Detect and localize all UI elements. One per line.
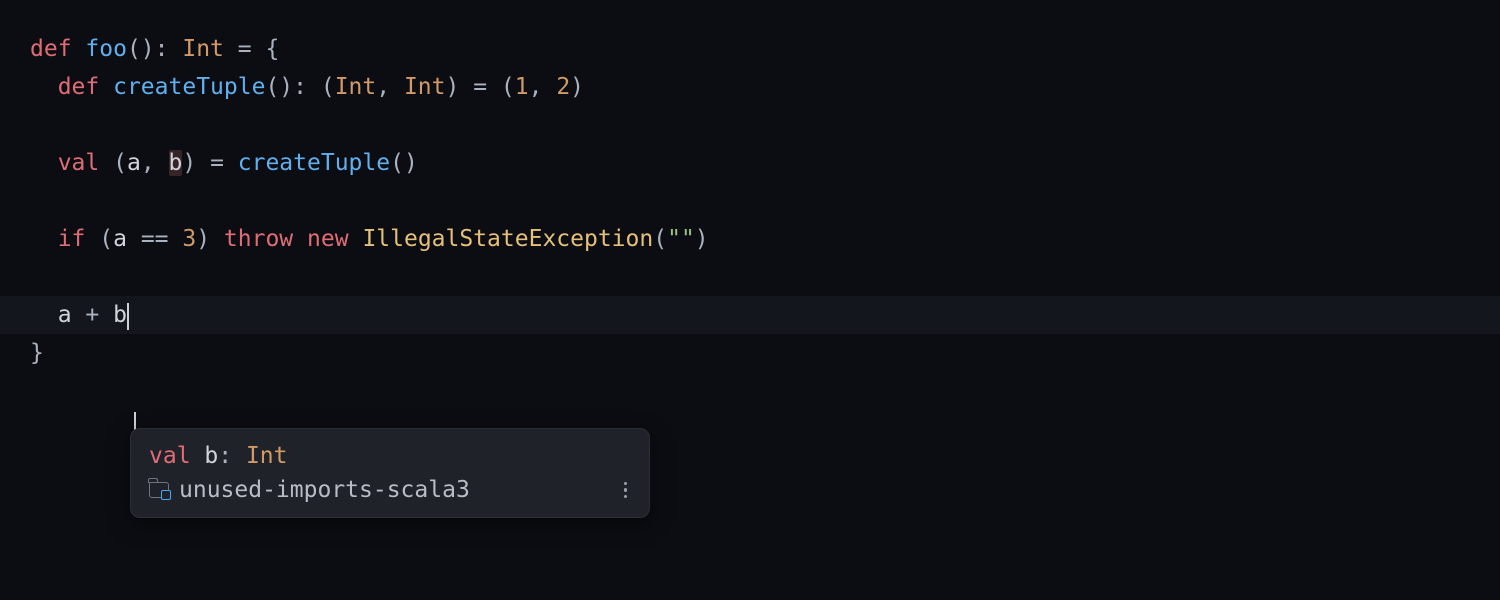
parens: ()	[127, 36, 155, 62]
identifier-a: a	[113, 226, 127, 252]
code-line-2[interactable]: def createTuple(): (Int, Int) = (1, 2)	[30, 68, 1470, 106]
rparen: )	[695, 226, 709, 252]
blank-line[interactable]	[30, 258, 1470, 296]
code-line-3[interactable]: val (a, b) = createTuple()	[30, 144, 1470, 182]
equals-brace: = {	[224, 36, 279, 62]
type-int: Int	[404, 74, 446, 100]
space	[293, 226, 307, 252]
blank-line[interactable]	[30, 106, 1470, 144]
rparen: )	[196, 226, 224, 252]
keyword-val: val	[149, 443, 191, 469]
plus-op: +	[72, 302, 114, 328]
equals: = (	[459, 74, 514, 100]
blank-line[interactable]	[30, 182, 1470, 220]
tooltip-type: Int	[246, 443, 288, 469]
hover-tooltip: val b: Int unused-imports-scala3	[130, 428, 650, 518]
function-name: createTuple	[113, 74, 265, 100]
code-line-4[interactable]: if (a == 3) throw new IllegalStateExcept…	[30, 220, 1470, 258]
keyword-throw: throw	[224, 226, 293, 252]
lparen: (	[653, 226, 667, 252]
parens: ()	[390, 150, 418, 176]
space	[349, 226, 363, 252]
colon: :	[218, 443, 246, 469]
lparen: (	[85, 226, 113, 252]
colon: :	[293, 74, 321, 100]
identifier-b: b	[169, 150, 183, 176]
tooltip-type-signature: val b: Int	[149, 443, 631, 469]
rparen: )	[570, 74, 584, 100]
keyword-val: val	[58, 150, 100, 176]
identifier-a: a	[58, 302, 72, 328]
code-line-5-current[interactable]: a + b	[0, 296, 1500, 334]
comma: ,	[141, 150, 169, 176]
indent	[30, 226, 58, 252]
indent	[30, 302, 58, 328]
keyword-def: def	[58, 74, 100, 100]
function-name: foo	[85, 36, 127, 62]
code-editor[interactable]: def foo(): Int = { def createTuple(): (I…	[0, 0, 1500, 372]
identifier-b: b	[113, 302, 127, 328]
equals-op: ==	[127, 226, 182, 252]
string-literal: ""	[667, 226, 695, 252]
tooltip-identifier: b	[191, 443, 219, 469]
number-literal: 2	[556, 74, 570, 100]
rparen-equals: ) =	[182, 150, 237, 176]
number-literal: 1	[515, 74, 529, 100]
close-brace: }	[30, 340, 44, 366]
text-caret	[127, 303, 129, 330]
indent	[30, 150, 58, 176]
code-line-1[interactable]: def foo(): Int = {	[30, 30, 1470, 68]
return-type: Int	[182, 36, 224, 62]
keyword-new: new	[307, 226, 349, 252]
colon: :	[155, 36, 183, 62]
tooltip-source-row: unused-imports-scala3	[149, 477, 631, 503]
tooltip-source[interactable]: unused-imports-scala3	[149, 477, 470, 503]
more-actions-icon[interactable]	[620, 478, 632, 503]
rparen: )	[446, 74, 460, 100]
comma: ,	[529, 74, 557, 100]
tooltip-source-label: unused-imports-scala3	[179, 477, 470, 503]
class-name: IllegalStateException	[362, 226, 653, 252]
number-literal: 3	[182, 226, 196, 252]
function-call: createTuple	[238, 150, 390, 176]
identifier-a: a	[127, 150, 141, 176]
parens: ()	[265, 74, 293, 100]
lparen: (	[321, 74, 335, 100]
comma: ,	[376, 74, 404, 100]
indent	[30, 74, 58, 100]
code-line-6[interactable]: }	[30, 334, 1470, 372]
type-int: Int	[335, 74, 377, 100]
lparen: (	[99, 150, 127, 176]
keyword-def: def	[30, 36, 72, 62]
keyword-if: if	[58, 226, 86, 252]
folder-icon	[149, 482, 169, 498]
